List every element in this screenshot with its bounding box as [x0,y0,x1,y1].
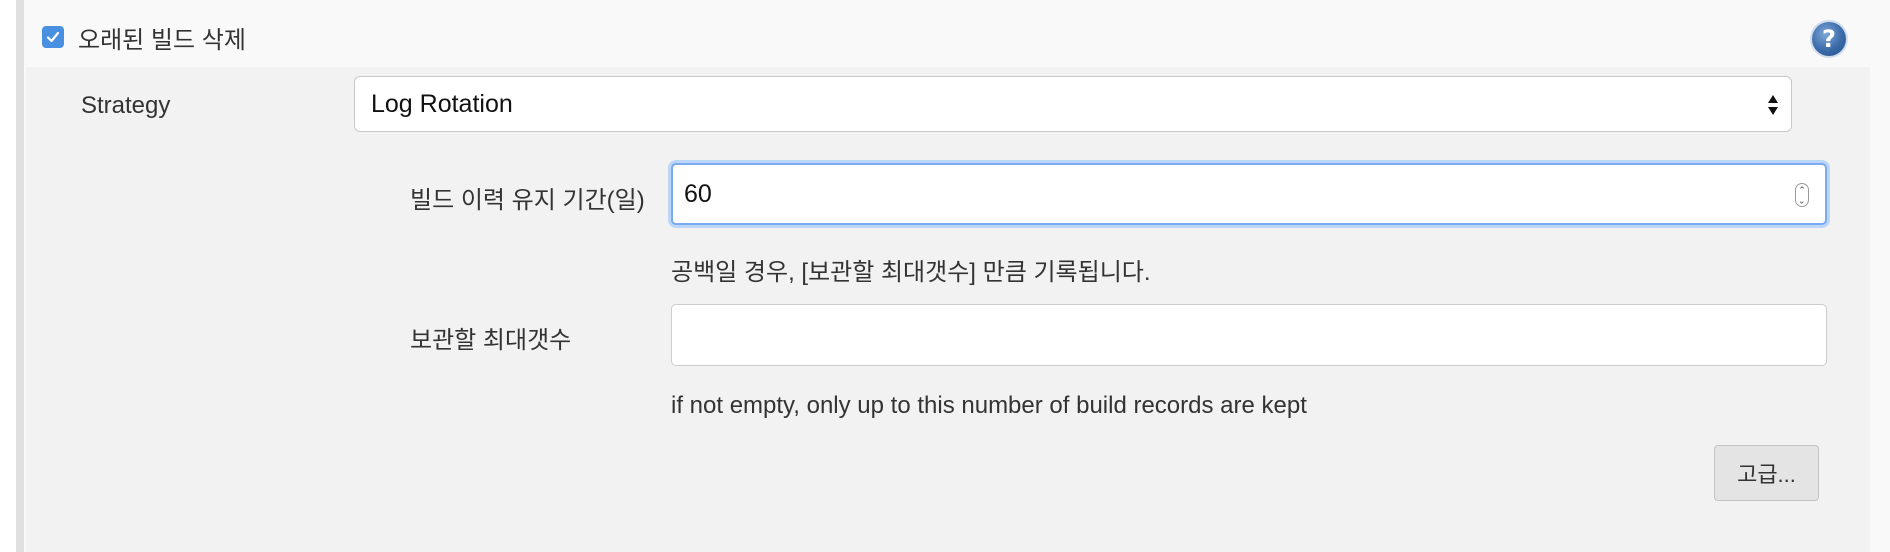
number-spinner-icon[interactable]: ⌃ ⌃ [1795,183,1809,207]
section-title: 오래된 빌드 삭제 [78,27,246,54]
strategy-select[interactable]: Log Rotation [354,76,1792,132]
discard-old-builds-checkbox[interactable] [42,26,64,48]
question-mark-icon[interactable]: ? [1812,22,1846,56]
checkmark-icon [46,31,60,43]
strategy-label: Strategy [81,92,171,119]
max-to-keep-help: if not empty, only up to this number of … [671,392,1307,419]
days-to-keep-label: 빌드 이력 유지 기간(일) [410,187,645,214]
days-to-keep-input[interactable]: 60 ⌃ ⌃ [671,163,1827,225]
days-to-keep-value: 60 [684,180,712,208]
select-arrows-icon [1768,95,1778,115]
max-to-keep-input[interactable] [671,304,1827,366]
max-to-keep-label: 보관할 최대갯수 [410,327,572,354]
strategy-selected-value: Log Rotation [371,90,513,118]
days-to-keep-help: 공백일 경우, [보관할 최대갯수] 만큼 기록됩니다. [671,259,1151,286]
advanced-button[interactable]: 고급... [1714,445,1819,501]
